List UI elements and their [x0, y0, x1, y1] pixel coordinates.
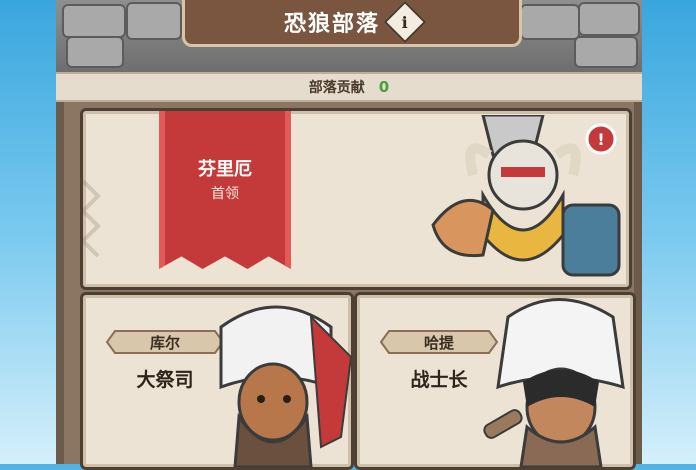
contribution-bar: 部落贡献 0	[56, 72, 642, 102]
tribe-panel: 恐狼部落 i 部落贡献 0 芬里厄 首领 ! 库尔 大祭司 哈提 战士长	[56, 0, 642, 470]
chief-portrait-icon: !	[431, 115, 621, 277]
member-name: 哈提	[423, 333, 454, 352]
member-name-tag: 哈提	[379, 329, 499, 355]
member-card[interactable]: 库尔 大祭司	[80, 292, 354, 470]
sea-background-right	[640, 0, 696, 464]
warrior-portrait-icon	[483, 298, 625, 467]
leader-name: 芬里厄	[198, 159, 252, 180]
member-name: 库尔	[149, 333, 180, 352]
contribution-label: 部落贡献	[308, 80, 365, 96]
page-title: 恐狼部落	[283, 12, 380, 37]
stone-wall: 恐狼部落 i	[56, 0, 642, 72]
title-plate: 恐狼部落 i	[182, 0, 522, 47]
svg-text:!: !	[597, 130, 604, 149]
leader-role: 首领	[211, 186, 239, 202]
member-card[interactable]: 哈提 战士长	[354, 292, 636, 470]
decor-pattern	[83, 179, 101, 258]
leader-card[interactable]: 芬里厄 首领 !	[80, 108, 632, 290]
info-icon[interactable]: i	[383, 0, 427, 44]
contribution-value: 0	[378, 78, 390, 96]
member-role: 战士长	[410, 369, 468, 391]
sea-background-left	[0, 0, 56, 464]
priest-portrait-icon	[219, 305, 351, 467]
members-area: 芬里厄 首领 ! 库尔 大祭司 哈提 战士长	[64, 102, 636, 470]
